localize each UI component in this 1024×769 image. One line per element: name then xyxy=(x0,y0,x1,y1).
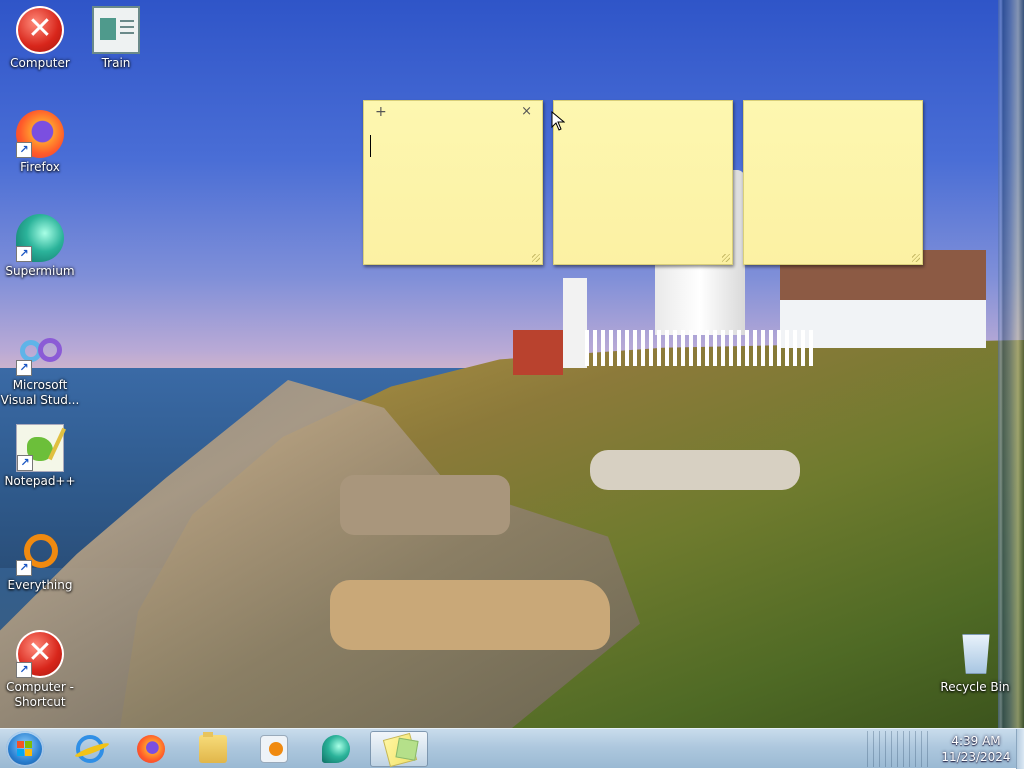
ie-icon xyxy=(76,735,104,763)
shortcut-arrow-icon: ↗ xyxy=(16,662,32,678)
firefox-icon xyxy=(137,735,165,763)
desktop-icon-supermium[interactable]: ↗ Supermium xyxy=(0,214,80,279)
sticky-note-3[interactable] xyxy=(743,100,923,265)
desktop-wallpaper: ✕ Computer Train ↗ Firefox ↗ Supermium ↗… xyxy=(0,0,1024,728)
start-button[interactable] xyxy=(6,731,44,767)
desktop-icon-firefox[interactable]: ↗ Firefox xyxy=(0,110,80,175)
taskbar-internet-explorer[interactable] xyxy=(66,731,114,767)
resize-grip-icon[interactable] xyxy=(722,254,730,262)
shortcut-arrow-icon: ↗ xyxy=(16,246,32,262)
folder-icon xyxy=(199,732,227,763)
windows-logo-icon xyxy=(17,741,33,757)
taskbar-firefox[interactable] xyxy=(127,731,175,767)
shortcut-arrow-icon: ↗ xyxy=(17,455,33,471)
add-note-button[interactable]: + xyxy=(375,105,387,119)
sticky-note-text[interactable] xyxy=(750,131,916,252)
desktop-icon-train[interactable]: Train xyxy=(76,6,156,71)
desktop-icon-label: Computer - Shortcut xyxy=(6,680,74,709)
error-icon: ✕ ↗ xyxy=(16,630,64,678)
show-desktop-button[interactable] xyxy=(1016,729,1024,769)
supermium-icon: ↗ xyxy=(16,214,64,262)
wallpaper-tower xyxy=(563,278,587,368)
taskbar-clock[interactable]: 4:39 AM 11/23/2024 xyxy=(936,729,1016,769)
wallpaper-rock xyxy=(330,580,610,650)
resize-grip-icon[interactable] xyxy=(912,254,920,262)
shortcut-arrow-icon: ↗ xyxy=(16,142,32,158)
taskbar-supermium[interactable] xyxy=(312,731,360,767)
shortcut-arrow-icon: ↗ xyxy=(16,360,32,376)
sticky-note-2[interactable] xyxy=(553,100,733,265)
desktop-icon-visual-studio[interactable]: ↗ Microsoft Visual Stud... xyxy=(0,328,80,408)
taskbar-file-explorer[interactable] xyxy=(189,731,237,767)
desktop-icon-label: Recycle Bin xyxy=(940,680,1010,694)
supermium-icon xyxy=(322,735,350,763)
document-icon xyxy=(92,6,140,54)
taskbar-sticky-notes[interactable] xyxy=(370,731,428,768)
desktop-icon-everything[interactable]: ↗ Everything xyxy=(0,528,80,593)
taskbar: 4:39 AM 11/23/2024 xyxy=(0,728,1024,769)
desktop-icon-recycle-bin[interactable]: Recycle Bin xyxy=(934,630,1016,695)
shortcut-arrow-icon: ↗ xyxy=(16,560,32,576)
clock-date: 11/23/2024 xyxy=(941,750,1011,764)
desktop-icon-label: Supermium xyxy=(5,264,75,278)
notepadpp-icon: ↗ xyxy=(16,424,64,472)
desktop-icon-label: Computer xyxy=(10,56,70,70)
everything-icon: ↗ xyxy=(16,528,64,576)
recycle-bin-icon xyxy=(951,630,999,678)
desktop-icon-label: Notepad++ xyxy=(4,474,76,488)
close-note-button[interactable]: × xyxy=(521,105,532,119)
desktop-icon-label: Firefox xyxy=(20,160,60,174)
firefox-icon: ↗ xyxy=(16,110,64,158)
wallpaper-shed xyxy=(513,330,563,375)
sticky-note-text[interactable] xyxy=(370,131,536,252)
desktop-icon-label: Microsoft Visual Stud... xyxy=(0,378,80,407)
wallpaper-rock xyxy=(590,450,800,490)
wallpaper-rock xyxy=(340,475,510,535)
screen-edge-artifact xyxy=(998,0,1024,728)
resize-grip-icon[interactable] xyxy=(532,254,540,262)
desktop-icon-computer-shortcut[interactable]: ✕ ↗ Computer - Shortcut xyxy=(0,630,80,710)
desktop-icon-label: Train xyxy=(101,56,131,70)
sticky-note-text[interactable] xyxy=(560,131,726,252)
desktop-icon-label: Everything xyxy=(7,578,73,592)
sticky-note-1[interactable]: + × xyxy=(363,100,543,265)
visual-studio-icon: ↗ xyxy=(16,328,64,376)
media-player-icon xyxy=(260,735,288,763)
sticky-notes-icon xyxy=(382,732,418,768)
taskbar-media-player[interactable] xyxy=(250,731,298,767)
wallpaper-fence xyxy=(585,330,815,366)
desktop-icon-computer[interactable]: ✕ Computer xyxy=(0,6,80,71)
error-icon: ✕ xyxy=(16,6,64,54)
notification-area[interactable] xyxy=(862,731,932,767)
clock-time: 4:39 AM xyxy=(951,734,1001,748)
desktop-icon-notepadpp[interactable]: ↗ Notepad++ xyxy=(0,424,80,489)
